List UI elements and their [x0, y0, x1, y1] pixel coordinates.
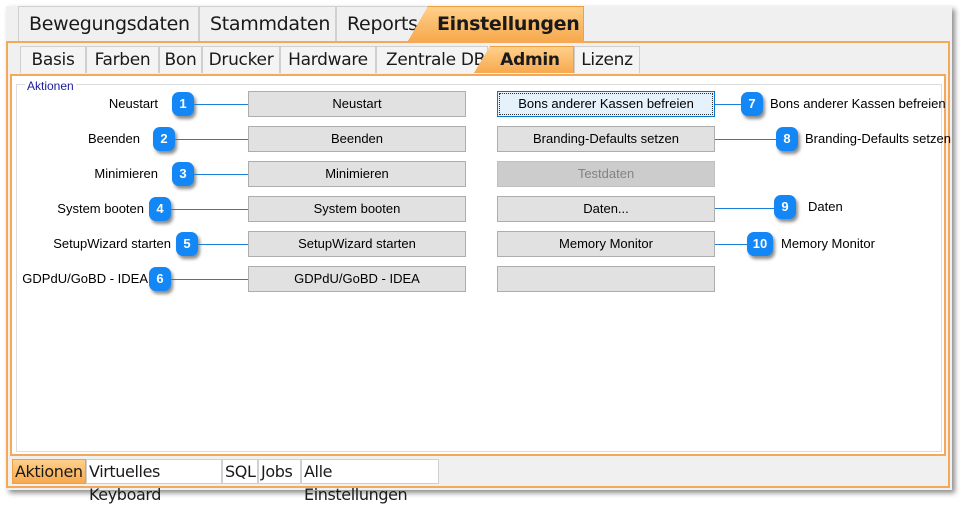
tab-label: SQL: [225, 462, 256, 481]
callout-label-6: GDPdU/GoBD - IDEA: [22, 271, 148, 286]
main-tab-bar: Bewegungsdaten Stammdaten Reports Einste…: [6, 6, 952, 41]
tab-stammdaten[interactable]: Stammdaten: [199, 6, 336, 41]
callout-badge-1: 1: [172, 92, 194, 116]
minimieren-button[interactable]: Minimieren: [248, 161, 466, 187]
callout-line: [715, 244, 749, 245]
admin-panel: Aktionen Neustart 1 Neustart Beenden 2 B…: [10, 74, 951, 456]
tab-label: Alle Einstellungen: [304, 462, 408, 504]
bottom-tab-alle-einstellungen[interactable]: Alle Einstellungen: [301, 459, 439, 504]
callout-label-4: System booten: [57, 201, 144, 216]
callout-label-5: SetupWizard starten: [53, 236, 171, 251]
bottom-tab-jobs[interactable]: Jobs: [258, 459, 301, 484]
subtab-lizenz[interactable]: Lizenz: [574, 46, 640, 73]
callout-line: [175, 139, 248, 140]
tab-label: Aktionen: [15, 462, 83, 481]
bottom-tab-sql[interactable]: SQL: [222, 459, 258, 484]
callout-label-8: Branding-Defaults setzen: [805, 131, 951, 146]
empty-button[interactable]: [497, 266, 715, 292]
callout-line: [198, 244, 248, 245]
tab-label: Basis: [31, 50, 75, 70]
subtab-admin[interactable]: Admin: [474, 46, 574, 73]
callout-badge-4: 4: [149, 197, 171, 221]
callout-line: [171, 279, 248, 280]
callout-badge-9: 9: [774, 195, 796, 219]
callout-label-7: Bons anderer Kassen befreien: [770, 96, 946, 111]
callout-line: [194, 174, 248, 175]
callout-line: [715, 208, 777, 209]
callout-badge-5: 5: [176, 232, 198, 256]
group-title: Aktionen: [25, 79, 76, 93]
tab-label: Bewegungsdaten: [29, 13, 190, 35]
callout-line: [171, 209, 248, 210]
bottom-tab-aktionen[interactable]: Aktionen: [12, 459, 86, 484]
tab-label: Bon: [164, 50, 197, 70]
callout-badge-8: 8: [776, 127, 798, 151]
gdpdu-idea-button[interactable]: GDPdU/GoBD - IDEA: [248, 266, 466, 292]
tab-label: Einstellungen: [437, 13, 580, 35]
memory-monitor-button[interactable]: Memory Monitor: [497, 231, 715, 257]
tab-label: Reports: [347, 13, 418, 35]
tab-einstellungen[interactable]: Einstellungen: [408, 6, 584, 41]
branding-defaults-button[interactable]: Branding-Defaults setzen: [497, 126, 715, 152]
tab-label: Jobs: [261, 462, 293, 481]
tab-label: Virtuelles Keyboard: [89, 462, 162, 504]
callout-badge-2: 2: [153, 127, 175, 151]
system-booten-button[interactable]: System booten: [248, 196, 466, 222]
bottom-tab-virtuelles-keyboard[interactable]: Virtuelles Keyboard: [86, 459, 222, 504]
subtab-zentrale-db[interactable]: Zentrale DB: [376, 46, 488, 73]
settings-sub-tab-bar: Basis Farben Bon Drucker Hardware Zentra…: [8, 43, 948, 73]
callout-label-2: Beenden: [87, 131, 140, 146]
setupwizard-button[interactable]: SetupWizard starten: [248, 231, 466, 257]
callout-label-10: Memory Monitor: [781, 236, 875, 251]
callout-badge-10: 10: [747, 232, 773, 256]
settings-panel: Basis Farben Bon Drucker Hardware Zentra…: [6, 41, 951, 504]
callout-badge-6: 6: [149, 267, 171, 291]
bons-befreien-button[interactable]: Bons anderer Kassen befreien: [497, 91, 715, 117]
callout-badge-7: 7: [741, 92, 763, 116]
callout-label-1: Neustart: [108, 96, 158, 111]
tab-label: Zentrale DB: [386, 50, 485, 70]
beenden-button[interactable]: Beenden: [248, 126, 466, 152]
daten-button[interactable]: Daten...: [497, 196, 715, 222]
tab-bewegungsdaten[interactable]: Bewegungsdaten: [18, 6, 199, 41]
callout-label-9: Daten: [808, 199, 843, 214]
tab-label: Farben: [94, 50, 151, 70]
callout-label-3: Minimieren: [94, 166, 158, 181]
callout-line: [715, 139, 779, 140]
subtab-drucker[interactable]: Drucker: [202, 46, 280, 73]
tab-label: Hardware: [288, 50, 368, 70]
testdaten-button: Testdaten: [497, 161, 715, 187]
settings-window: Bewegungsdaten Stammdaten Reports Einste…: [6, 6, 952, 504]
callout-badge-3: 3: [172, 162, 194, 186]
tab-label: Stammdaten: [210, 13, 331, 35]
tab-label: Lizenz: [581, 50, 633, 70]
bottom-tab-bar: Aktionen Virtuelles Keyboard SQL Jobs Al…: [8, 457, 948, 504]
neustart-button[interactable]: Neustart: [248, 91, 466, 117]
subtab-hardware[interactable]: Hardware: [280, 46, 376, 73]
subtab-basis[interactable]: Basis: [20, 46, 86, 73]
tab-label: Admin: [500, 50, 560, 70]
callout-line: [194, 104, 248, 105]
tab-label: Drucker: [208, 50, 274, 70]
subtab-bon[interactable]: Bon: [159, 46, 202, 73]
subtab-farben[interactable]: Farben: [86, 46, 159, 73]
